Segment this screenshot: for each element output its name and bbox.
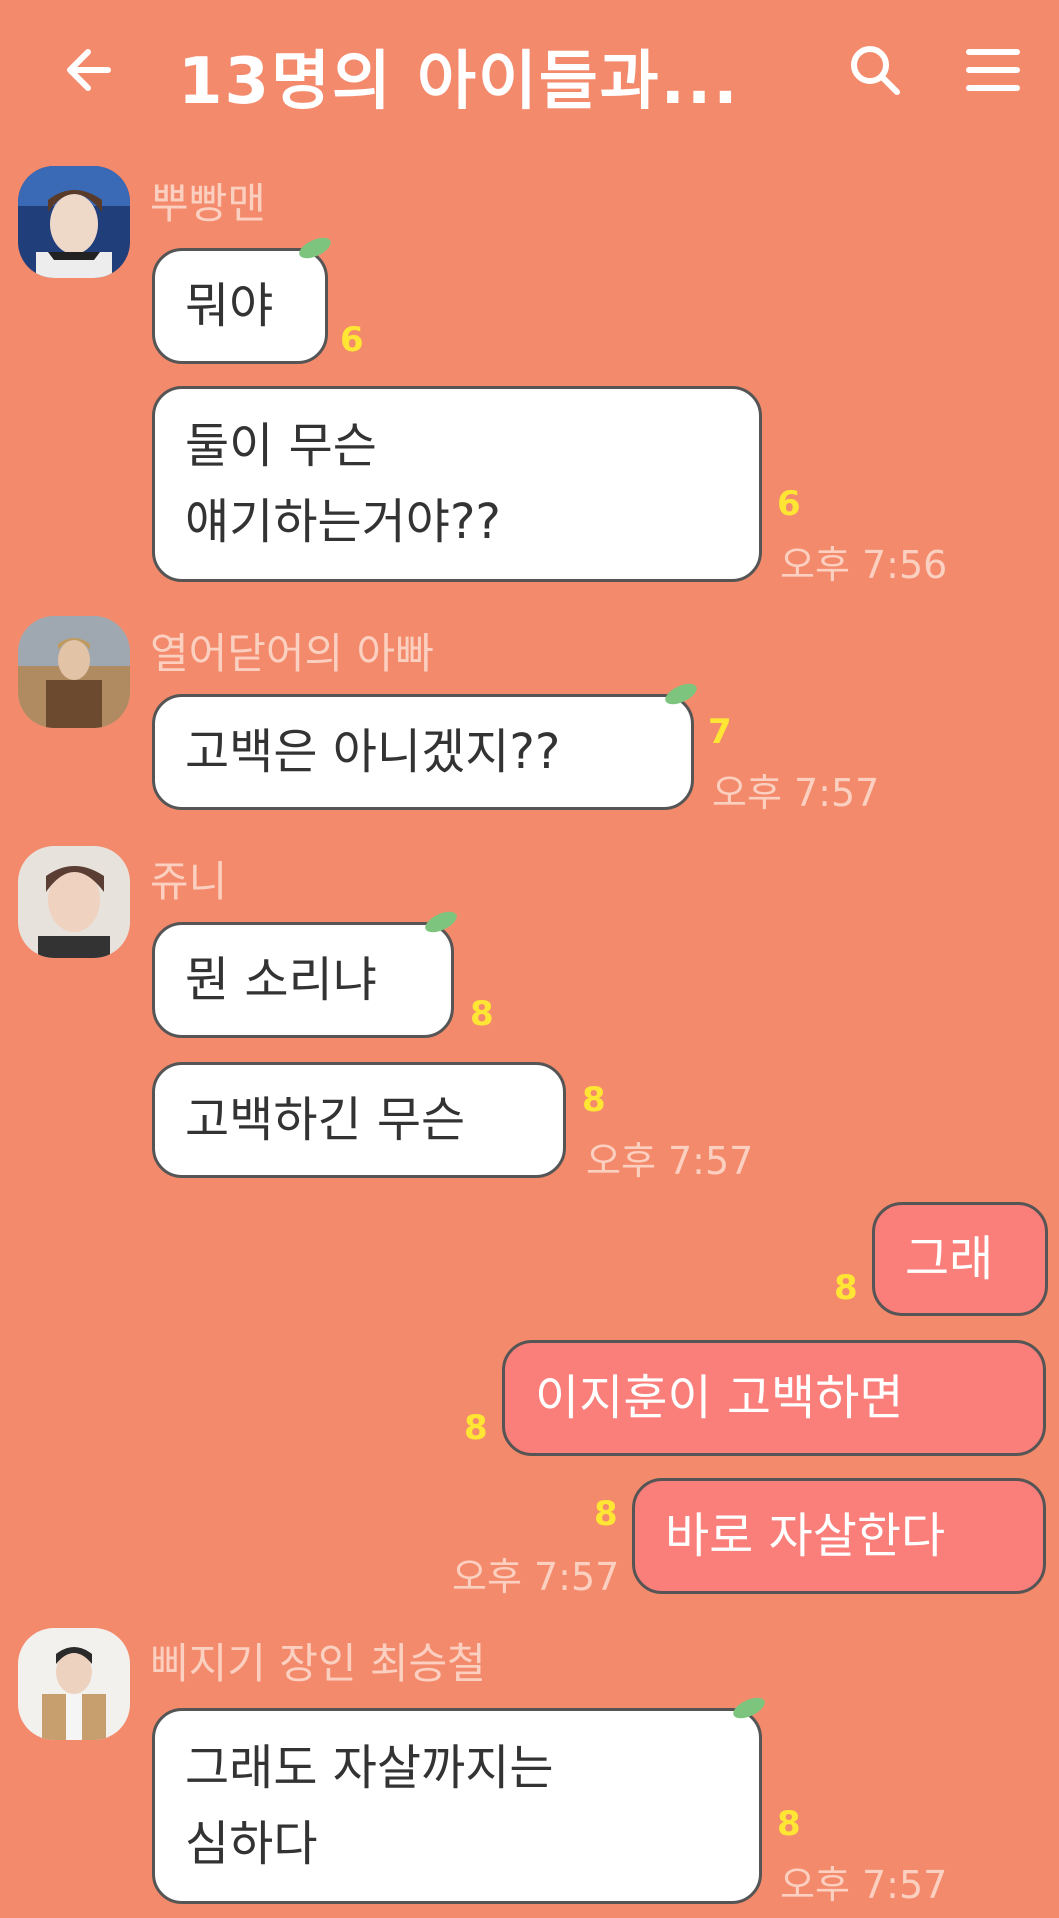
- message-text: 고백은 아니겠지??: [185, 724, 561, 780]
- avatar[interactable]: [18, 1628, 130, 1740]
- search-icon: [851, 46, 900, 95]
- message-text: 그래도 자살까지는 심하다: [185, 1740, 554, 1872]
- message-text: 그래: [905, 1231, 994, 1287]
- avatar[interactable]: [18, 616, 130, 728]
- unread-count: 6: [777, 484, 801, 524]
- menu-button[interactable]: [963, 40, 1023, 100]
- message-time: 오후 7:57: [452, 1555, 620, 1599]
- sender-name: 열어닫어의 아빠: [150, 629, 434, 678]
- message-text: 뭐야: [185, 278, 274, 334]
- message-bubble[interactable]: 뭐야: [152, 237, 331, 364]
- message-bubble[interactable]: 뭔 소리냐: [152, 911, 457, 1038]
- my-message-bubble[interactable]: 바로 자살한다: [632, 1478, 1046, 1594]
- sender-name: 뿌빵맨: [150, 179, 266, 228]
- unread-count: 8: [464, 1408, 488, 1448]
- leaf-icon: [425, 911, 457, 933]
- back-button[interactable]: [60, 40, 120, 100]
- chat-title: 13명의 아이들과...: [178, 45, 740, 119]
- avatar[interactable]: [18, 846, 130, 958]
- leaf-icon: [299, 237, 331, 259]
- my-message-bubble[interactable]: 이지훈이 고백하면: [502, 1340, 1046, 1456]
- message-bubble[interactable]: 둘이 무슨 얘기하는거야??: [152, 386, 762, 582]
- avatar[interactable]: [18, 166, 130, 278]
- message-text: 이지훈이 고백하면: [535, 1370, 904, 1426]
- unread-count: 8: [594, 1494, 618, 1534]
- unread-count: 8: [777, 1804, 801, 1844]
- unread-count: 8: [470, 994, 494, 1034]
- unread-count: 7: [708, 712, 732, 752]
- message-text: 바로 자살한다: [665, 1508, 946, 1564]
- unread-count: 8: [834, 1268, 858, 1308]
- message-text: 둘이 무슨 얘기하는거야??: [185, 418, 501, 550]
- message-text: 고백하긴 무슨: [185, 1092, 466, 1148]
- message-text: 뭔 소리냐: [185, 952, 377, 1008]
- sender-name: 삐지기 장인 최승철: [150, 1639, 486, 1688]
- hamburger-menu-icon: [966, 49, 1020, 91]
- message-bubble[interactable]: 그래도 자살까지는 심하다: [152, 1697, 765, 1904]
- message-time: 오후 7:57: [780, 1863, 948, 1907]
- my-message-bubble[interactable]: 그래: [872, 1202, 1048, 1316]
- leaf-icon: [733, 1697, 765, 1719]
- message-time: 오후 7:56: [780, 543, 948, 587]
- message-bubble[interactable]: 고백하긴 무슨: [152, 1062, 566, 1178]
- search-button[interactable]: [845, 40, 905, 100]
- unread-count: 8: [582, 1080, 606, 1120]
- message-time: 오후 7:57: [712, 771, 880, 815]
- leaf-icon: [665, 683, 697, 705]
- arrow-left-icon: [67, 49, 111, 91]
- unread-count: 6: [340, 320, 364, 360]
- message-bubble[interactable]: 고백은 아니겠지??: [152, 683, 697, 810]
- message-time: 오후 7:57: [586, 1139, 754, 1183]
- chat-header: 13명의 아이들과...: [0, 0, 1059, 140]
- sender-name: 쥬니: [150, 857, 228, 906]
